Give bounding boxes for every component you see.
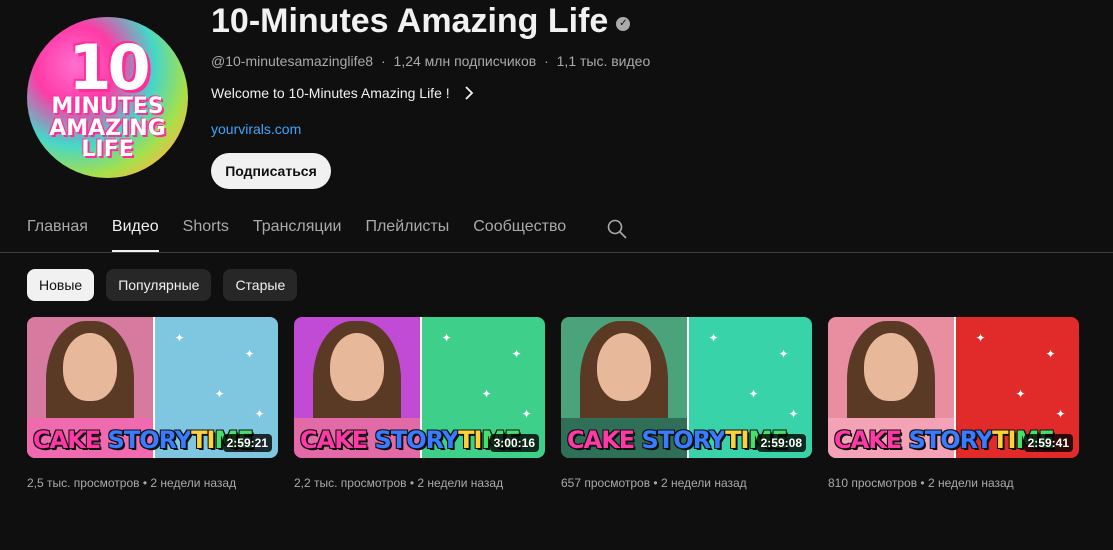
video-views: 2,2 тыс. просмотров [294,476,407,490]
thumbnail-person-face [329,333,384,401]
video-views: 810 просмотров [828,476,918,490]
video-card[interactable]: ✦ ✦ ✦ ✦ CAKE STORYTIME 2:59:08 657 просм… [561,317,812,490]
channel-tabs: Главная Видео Shorts Трансляции Плейлист… [27,214,590,252]
sparkle-icon: ✦ [1045,347,1056,361]
check-circle-icon: ✓ [616,16,631,31]
channel-title-row: 10-Minutes Amazing Life ✓ [211,2,631,41]
tab-videos[interactable]: Видео [111,214,159,252]
avatar-logo-line-2: AMAZING [49,115,166,141]
thumbnail-person-face [863,333,918,401]
sparkle-icon: ✦ [748,387,759,401]
chevron-right-icon [465,86,473,100]
channel-meta: @10-minutesamazinglife8 · 1,24 млн подпи… [211,53,650,69]
channel-handle: @10-minutesamazinglife8 [211,53,374,69]
video-views: 657 просмотров [561,476,651,490]
subscriber-count: 1,24 млн подписчиков [393,53,537,69]
sparkle-icon: ✦ [778,347,789,361]
sparkle-icon: ✦ [511,347,522,361]
chip-newest[interactable]: Новые [27,269,95,301]
sparkle-icon: ✦ [481,387,492,401]
channel-avatar[interactable]: 10 MINUTES AMAZING LIFE [27,17,188,178]
avatar-logo-number: 10 [68,31,150,105]
tab-community[interactable]: Сообщество [473,214,566,252]
channel-name: 10-Minutes Amazing Life [211,2,609,40]
sparkle-icon: ✦ [1055,407,1066,421]
video-thumbnail[interactable]: ✦ ✦ ✦ ✦ CAKE STORYTIME 2:59:08 [561,317,812,458]
thumbnail-person-face [596,333,651,401]
video-duration: 2:59:21 [222,434,272,452]
video-grid: ✦ ✦ ✦ ✦ CAKE STORYTIME 2:59:21 2,5 тыс. … [27,317,1079,490]
thumbnail-person-face [62,333,117,401]
meta-separator: · [380,53,386,69]
channel-description[interactable]: Welcome to 10-Minutes Amazing Life ! [211,85,474,101]
sort-chips: Новые Популярные Старые [27,269,298,301]
video-meta: 657 просмотров • 2 недели назад [561,476,747,490]
tab-playlists[interactable]: Плейлисты [365,214,449,252]
sparkle-icon: ✦ [214,387,225,401]
tab-live[interactable]: Трансляции [253,214,342,252]
sparkle-icon: ✦ [441,331,452,345]
video-duration: 2:59:41 [1023,434,1073,452]
video-thumbnail[interactable]: ✦ ✦ ✦ ✦ CAKE STORYTIME 2:59:41 [828,317,1079,458]
thumbnail-overlay-text: CAKE STORYTIME [567,426,788,454]
thumbnail-overlay-text: CAKE STORYTIME [834,426,1055,454]
sparkle-icon: ✦ [521,407,532,421]
avatar-logo-line-3: LIFE [81,137,134,163]
description-text: Welcome to 10-Minutes Amazing Life ! [211,85,450,101]
sparkle-icon: ✦ [975,331,986,345]
sparkle-icon: ✦ [1015,387,1026,401]
video-card[interactable]: ✦ ✦ ✦ ✦ CAKE STORYTIME 3:00:16 2,2 тыс. … [294,317,545,490]
video-age: 2 недели назад [417,476,504,490]
video-duration: 3:00:16 [489,434,539,452]
sparkle-icon: ✦ [708,331,719,345]
video-duration: 2:59:08 [756,434,806,452]
tab-shorts[interactable]: Shorts [183,214,229,252]
chip-oldest[interactable]: Старые [223,269,298,301]
video-meta: 2,5 тыс. просмотров • 2 недели назад [27,476,237,490]
tabs-divider [0,252,1113,253]
video-views: 2,5 тыс. просмотров [27,476,140,490]
sparkle-icon: ✦ [244,347,255,361]
video-card[interactable]: ✦ ✦ ✦ ✦ CAKE STORYTIME 2:59:21 2,5 тыс. … [27,317,278,490]
chip-popular[interactable]: Популярные [106,269,212,301]
video-count: 1,1 тыс. видео [556,53,651,69]
thumbnail-overlay-text: CAKE STORYTIME [300,426,521,454]
video-age: 2 недели назад [660,476,747,490]
subscribe-button[interactable]: Подписаться [211,153,331,189]
video-age: 2 недели назад [927,476,1014,490]
channel-link[interactable]: yourvirals.com [211,121,301,137]
avatar-logo-line-1: MINUTES [51,94,164,120]
thumbnail-overlay-text: CAKE STORYTIME [33,426,254,454]
search-icon[interactable] [606,218,628,240]
meta-separator: · [544,53,549,69]
video-meta: 2,2 тыс. просмотров • 2 недели назад [294,476,504,490]
sparkle-icon: ✦ [254,407,265,421]
video-thumbnail[interactable]: ✦ ✦ ✦ ✦ CAKE STORYTIME 2:59:21 [27,317,278,458]
video-card[interactable]: ✦ ✦ ✦ ✦ CAKE STORYTIME 2:59:41 810 просм… [828,317,1079,490]
video-meta: 810 просмотров • 2 недели назад [828,476,1014,490]
video-thumbnail[interactable]: ✦ ✦ ✦ ✦ CAKE STORYTIME 3:00:16 [294,317,545,458]
video-age: 2 недели назад [150,476,237,490]
sparkle-icon: ✦ [788,407,799,421]
sparkle-icon: ✦ [174,331,185,345]
tab-home[interactable]: Главная [27,214,88,252]
